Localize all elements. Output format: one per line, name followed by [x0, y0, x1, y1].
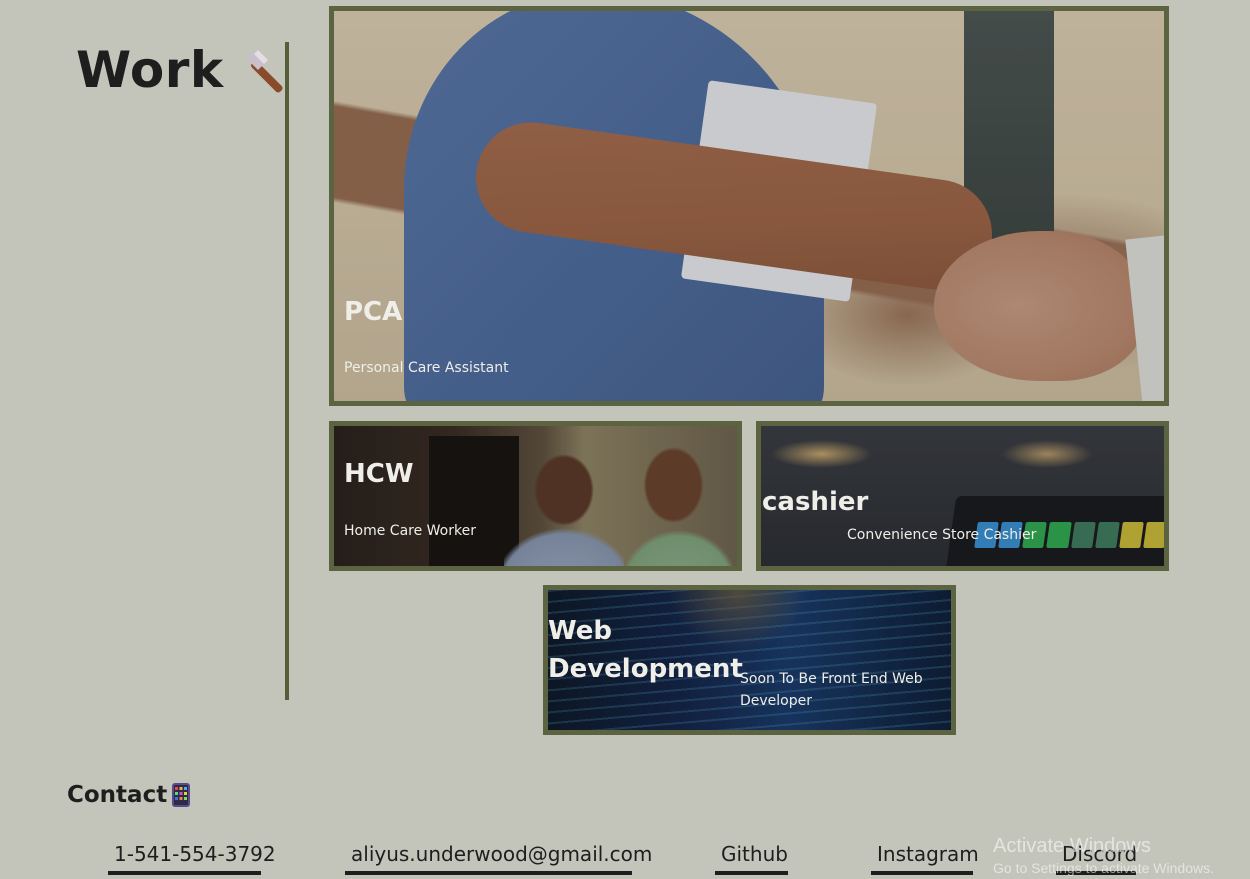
hammer-icon [238, 44, 290, 96]
vertical-divider [285, 42, 289, 700]
work-card-hcw[interactable]: HCW Home Care Worker [329, 421, 742, 571]
work-title-text: Work [76, 41, 224, 99]
work-heading: Work [76, 38, 290, 102]
contact-github-link[interactable]: Github [715, 839, 788, 875]
cashier-subtitle: Convenience Store Cashier [847, 527, 1037, 543]
work-card-cashier[interactable]: cashier Convenience Store Cashier [756, 421, 1169, 571]
contact-instagram-link[interactable]: Instagram [871, 839, 979, 875]
webdev-title-line2: Development [548, 654, 743, 684]
pca-title: PCA [344, 297, 403, 327]
contact-discord-link[interactable]: Discord [1056, 839, 1137, 875]
phone-icon [171, 782, 191, 808]
contact-phone-link[interactable]: 1-541-554-3792 [108, 839, 276, 875]
webdev-title: Web Development [548, 612, 743, 688]
webdev-title-line1: Web [548, 616, 612, 646]
pca-overlay [334, 11, 1164, 401]
hcw-subtitle: Home Care Worker [344, 523, 476, 539]
contact-heading: Contact [67, 779, 191, 811]
work-card-pca[interactable]: PCA Personal Care Assistant [329, 6, 1169, 406]
contact-title-text: Contact [67, 782, 168, 808]
webdev-subtitle: Soon To Be Front End Web Developer [740, 671, 923, 709]
hcw-title: HCW [344, 459, 414, 489]
contact-email-link[interactable]: aliyus.underwood@gmail.com [345, 839, 652, 875]
pca-subtitle: Personal Care Assistant [344, 360, 509, 376]
hcw-overlay [334, 426, 737, 566]
cashier-title: cashier [762, 487, 869, 517]
work-card-webdev[interactable]: Web Development Soon To Be Front End Web… [543, 585, 956, 735]
